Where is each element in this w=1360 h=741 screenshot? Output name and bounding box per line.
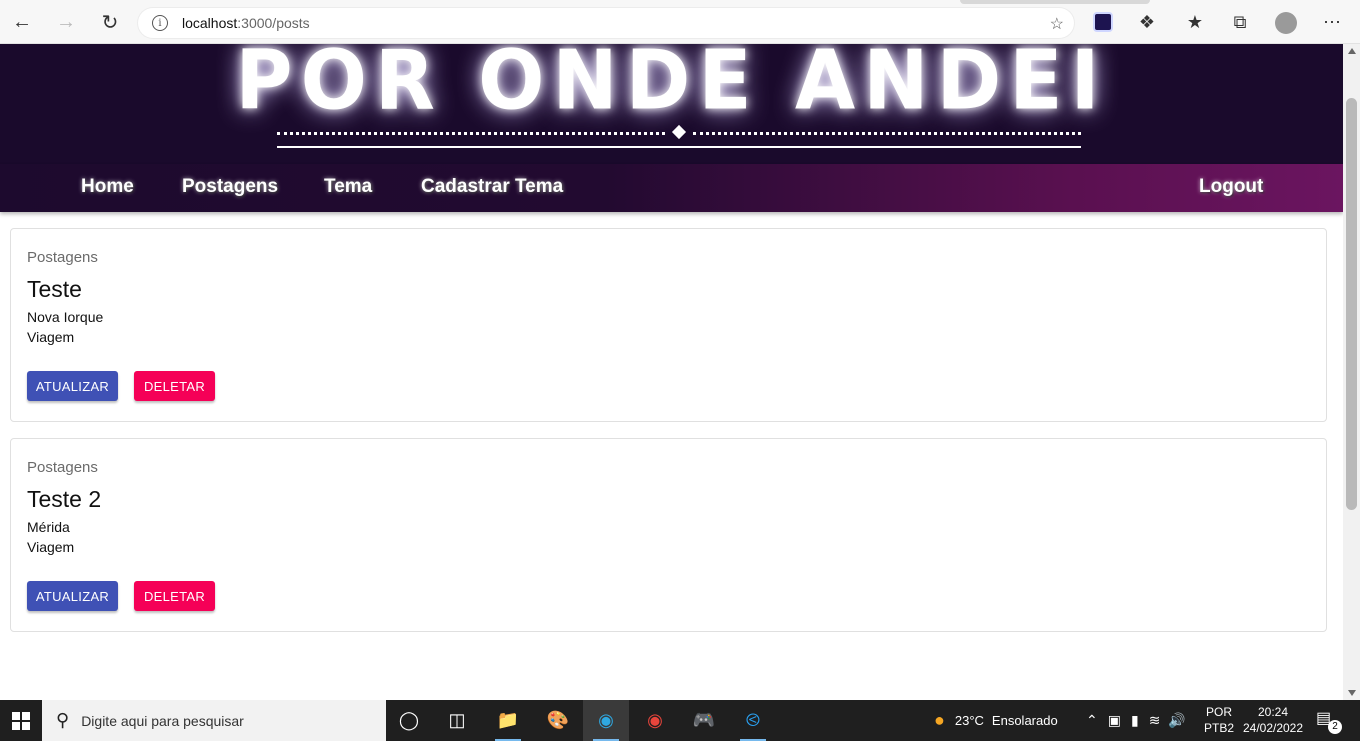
browser-toolbar: ← → ↻ i localhost:3000/posts ☆ ❖ ★ ⧉ ⋯ — [0, 0, 1360, 44]
site-info-icon[interactable]: i — [152, 15, 168, 31]
game-app-icon[interactable]: 🎮 — [681, 700, 727, 741]
windows-logo-icon — [12, 711, 30, 730]
post-text: Nova Iorque — [27, 309, 104, 325]
profile-avatar[interactable] — [1275, 12, 1297, 34]
tray-icons: ⌃ ▣ ▮ ≋ 🔊 — [1086, 700, 1186, 741]
vscode-icon[interactable]: ⧀ — [730, 700, 776, 741]
delete-button[interactable]: DELETAR — [134, 581, 215, 611]
address-bar[interactable]: i localhost:3000/posts ☆ — [138, 8, 1074, 38]
back-arrow-icon[interactable]: ← — [4, 4, 40, 40]
weather-widget[interactable]: ● 23°C Ensolarado — [934, 700, 1058, 741]
post-theme: Viagem — [27, 539, 75, 555]
add-favorite-icon[interactable]: ☆ — [1050, 14, 1064, 34]
wifi-icon[interactable]: ≋ — [1149, 712, 1161, 729]
post-title: Teste — [27, 276, 82, 302]
update-button[interactable]: ATUALIZAR — [27, 581, 118, 611]
banner-title: POR ONDE ANDEI — [235, 44, 1108, 129]
windows-taskbar: ⚲ Digite aqui para pesquisar ◯ ◫ 📁 🎨 ◉ ◉… — [0, 700, 1360, 741]
search-icon: ⚲ — [56, 710, 70, 730]
notification-center-icon[interactable]: ▤ 2 — [1316, 708, 1344, 734]
decoration-dots-right — [693, 132, 1081, 135]
tab-strip-edge — [960, 0, 1150, 4]
nav-tema[interactable]: Tema — [324, 176, 372, 198]
url-host: localhost — [182, 15, 238, 31]
decoration-line — [277, 146, 1081, 148]
delete-button[interactable]: DELETAR — [134, 371, 215, 401]
scrollbar-thumb[interactable] — [1346, 98, 1357, 510]
banner-decoration — [277, 124, 1081, 150]
nav-postagens[interactable]: Postagens — [182, 176, 278, 198]
extensions-puzzle-icon[interactable]: ❖ — [1135, 10, 1159, 34]
weather-temp: 23°C — [954, 713, 984, 728]
nav-logout[interactable]: Logout — [1199, 176, 1263, 198]
post-overline: Postagens — [27, 459, 98, 476]
scroll-up-icon[interactable] — [1348, 48, 1356, 54]
page-scrollbar[interactable] — [1343, 44, 1360, 700]
cortana-icon[interactable]: ◯ — [386, 700, 432, 741]
taskbar-search[interactable]: ⚲ Digite aqui para pesquisar — [42, 700, 386, 741]
language-indicator[interactable]: POR PTB2 — [1204, 704, 1234, 736]
task-view-icon[interactable]: ◫ — [434, 700, 480, 741]
update-button[interactable]: ATUALIZAR — [27, 371, 118, 401]
decoration-dots-left — [277, 132, 665, 135]
header-banner: POR ONDE ANDEI — [0, 44, 1343, 164]
post-card: Postagens Teste 2 Mérida Viagem ATUALIZA… — [10, 438, 1327, 632]
edge-browser-icon[interactable]: ◉ — [583, 700, 629, 741]
taskbar-clock[interactable]: 20:24 24/02/2022 — [1240, 704, 1306, 736]
post-title: Teste 2 — [27, 486, 102, 512]
favorites-icon[interactable]: ★ — [1183, 10, 1207, 34]
keyboard-layout: PTB2 — [1204, 721, 1235, 735]
clock-time: 20:24 — [1257, 705, 1289, 719]
language-code: POR — [1205, 705, 1232, 719]
paint-icon[interactable]: 🎨 — [535, 700, 581, 741]
extension-icon[interactable] — [1093, 12, 1113, 32]
volume-icon[interactable]: 🔊 — [1168, 712, 1185, 729]
clock-date: 24/02/2022 — [1242, 721, 1304, 735]
sun-icon: ● — [934, 710, 945, 730]
post-theme: Viagem — [27, 329, 75, 345]
battery-icon[interactable]: ▮ — [1131, 712, 1139, 729]
file-explorer-icon[interactable]: 📁 — [485, 700, 531, 741]
collections-icon[interactable]: ⧉ — [1228, 10, 1252, 34]
forward-arrow-icon[interactable]: → — [48, 4, 84, 40]
nav-cadastrar-tema[interactable]: Cadastrar Tema — [421, 176, 563, 198]
main-navbar: Home Postagens Tema Cadastrar Tema Logou… — [0, 164, 1343, 212]
post-overline: Postagens — [27, 249, 98, 266]
meet-now-icon[interactable]: ▣ — [1108, 712, 1121, 729]
url-path: :3000/posts — [237, 15, 310, 31]
refresh-icon[interactable]: ↻ — [92, 4, 128, 40]
more-menu-icon[interactable]: ⋯ — [1320, 10, 1344, 34]
post-card: Postagens Teste Nova Iorque Viagem ATUAL… — [10, 228, 1327, 422]
search-placeholder: Digite aqui para pesquisar — [81, 712, 244, 729]
nav-home[interactable]: Home — [81, 176, 134, 198]
scroll-down-icon[interactable] — [1348, 690, 1356, 696]
post-text: Mérida — [27, 519, 70, 535]
chrome-icon[interactable]: ◉ — [632, 700, 678, 741]
notification-badge: 2 — [1328, 720, 1342, 734]
start-button[interactable] — [0, 700, 42, 741]
page-viewport: POR ONDE ANDEI Home Postagens Tema Cadas… — [0, 44, 1343, 700]
weather-desc: Ensolarado — [991, 713, 1058, 728]
chevron-up-icon[interactable]: ⌃ — [1086, 712, 1098, 729]
